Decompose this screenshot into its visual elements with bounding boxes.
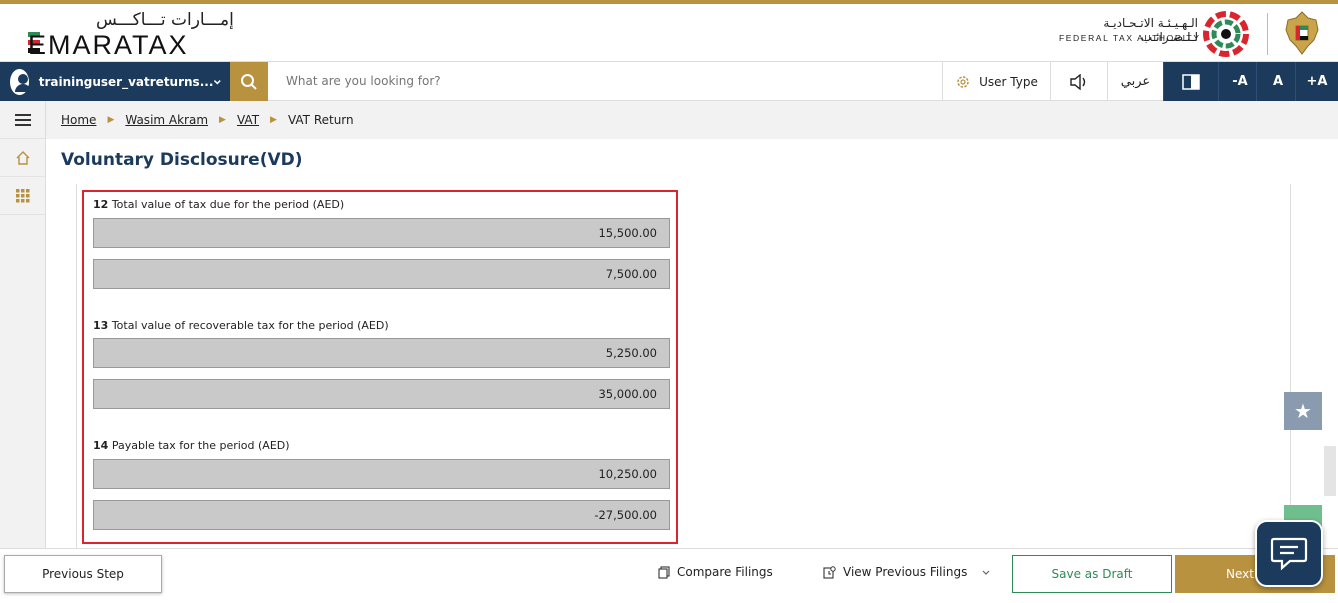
hamburger-icon	[14, 113, 31, 126]
breadcrumb-vat[interactable]: VAT	[237, 113, 259, 127]
compare-filings-label: Compare Filings	[677, 565, 773, 579]
sidebar-item-apps[interactable]	[0, 177, 45, 215]
field-13-value-2: 35,000.00	[93, 379, 670, 409]
sidebar	[0, 101, 46, 548]
language-toggle-button[interactable]: عربي	[1107, 62, 1163, 101]
field-label-text: Payable tax for the period (AED)	[111, 439, 290, 452]
top-navbar: traininguser_vatreturns... User Type عرب…	[0, 61, 1338, 101]
chevron-down-icon	[214, 79, 222, 84]
field-number: 12	[93, 198, 109, 211]
fta-logo-icon	[1203, 11, 1249, 57]
search-input[interactable]	[276, 70, 876, 92]
header-divider	[1267, 13, 1268, 55]
breadcrumb-current: VAT Return	[287, 113, 354, 127]
home-icon	[16, 150, 29, 165]
authority-english-name: FEDERAL TAX AUTHORITY	[1059, 33, 1201, 43]
header: إمـــارات تـــاكـــس EMARATAX الـهـيـئـة…	[0, 4, 1338, 61]
history-icon	[823, 565, 836, 579]
gear-icon	[957, 75, 969, 88]
speaker-icon	[1070, 73, 1086, 90]
grid-icon	[15, 188, 29, 202]
previous-step-button[interactable]: Previous Step	[4, 555, 162, 593]
user-type-label: User Type	[979, 74, 1038, 89]
menu-toggle[interactable]	[0, 101, 45, 139]
avatar-icon	[10, 68, 31, 95]
next-label: Next	[1226, 567, 1254, 581]
chat-icon	[1270, 537, 1308, 570]
breadcrumb-home[interactable]: Home	[61, 113, 96, 127]
chevron-down-icon	[982, 570, 990, 575]
emaratax-logo[interactable]: EMARATAX	[28, 30, 189, 61]
breadcrumb: Home ▶ Wasim Akram ▶ VAT ▶ VAT Return	[46, 101, 1338, 139]
field-label-text: Total value of recoverable tax for the p…	[111, 319, 389, 332]
page-title: Voluntary Disclosure(VD)	[61, 150, 303, 170]
chat-support-button[interactable]	[1255, 520, 1323, 587]
breadcrumb-arrow-icon: ▶	[107, 115, 115, 125]
breadcrumb-arrow-icon: ▶	[270, 115, 277, 125]
save-as-draft-label: Save as Draft	[1051, 567, 1133, 581]
logo-arabic-text: إمـــارات تـــاكـــس	[96, 10, 234, 30]
text-to-speech-button[interactable]	[1050, 62, 1107, 101]
field-13-label: 13 Total value of recoverable tax for th…	[93, 319, 389, 332]
logo-english-text: EMARATAX	[28, 30, 189, 60]
previous-step-label: Previous Step	[42, 567, 124, 581]
main-content: Voluntary Disclosure(VD) 12 Total value …	[46, 139, 1322, 548]
field-14-label: 14 Payable tax for the period (AED)	[93, 439, 290, 452]
font-normal-button[interactable]: A	[1256, 62, 1299, 101]
font-decrease-label: -A	[1232, 74, 1248, 89]
user-menu[interactable]: traininguser_vatreturns...	[0, 62, 230, 101]
font-normal-label: A	[1272, 74, 1284, 89]
breadcrumb-taxpayer[interactable]: Wasim Akram	[125, 113, 208, 127]
footer-actions: Previous Step Compare Filings View Previ…	[0, 548, 1338, 603]
star-icon: ★	[1294, 399, 1312, 423]
font-increase-label: +A	[1306, 74, 1328, 89]
font-decrease-button[interactable]: -A	[1218, 62, 1261, 101]
content-right-border	[1290, 184, 1291, 548]
contrast-icon	[1182, 73, 1200, 90]
language-label: عربي	[1120, 74, 1151, 89]
view-previous-filings-dropdown[interactable]: View Previous Filings	[823, 565, 992, 579]
field-number: 14	[93, 439, 109, 452]
username: traininguser_vatreturns...	[38, 74, 214, 89]
field-12-value-2: 7,500.00	[93, 259, 670, 289]
contrast-toggle-button[interactable]	[1163, 62, 1218, 101]
content-left-border	[76, 184, 77, 548]
uae-emblem-icon	[1285, 11, 1319, 55]
field-14-value-1: 10,250.00	[93, 459, 670, 489]
field-12-label: 12 Total value of tax due for the period…	[93, 198, 344, 211]
field-number: 13	[93, 319, 109, 332]
highlighted-tax-summary: 12 Total value of tax due for the period…	[82, 190, 678, 544]
scrollbar-thumb[interactable]	[1324, 446, 1336, 496]
compare-filings-button[interactable]: Compare Filings	[658, 565, 773, 579]
field-13-value-1: 5,250.00	[93, 338, 670, 368]
view-previous-filings-label: View Previous Filings	[843, 565, 968, 579]
field-12-value-1: 15,500.00	[93, 218, 670, 248]
field-label-text: Total value of tax due for the period (A…	[111, 198, 345, 211]
sidebar-item-home[interactable]	[0, 139, 45, 177]
user-type-button[interactable]: User Type	[942, 62, 1050, 101]
field-14-value-2: -27,500.00	[93, 500, 670, 530]
search-button[interactable]	[230, 62, 268, 101]
breadcrumb-arrow-icon: ▶	[219, 115, 226, 125]
search-icon	[241, 73, 257, 90]
font-increase-button[interactable]: +A	[1295, 62, 1338, 101]
save-as-draft-button[interactable]: Save as Draft	[1012, 555, 1172, 593]
favorite-button[interactable]: ★	[1284, 392, 1322, 430]
compare-icon	[658, 565, 670, 579]
